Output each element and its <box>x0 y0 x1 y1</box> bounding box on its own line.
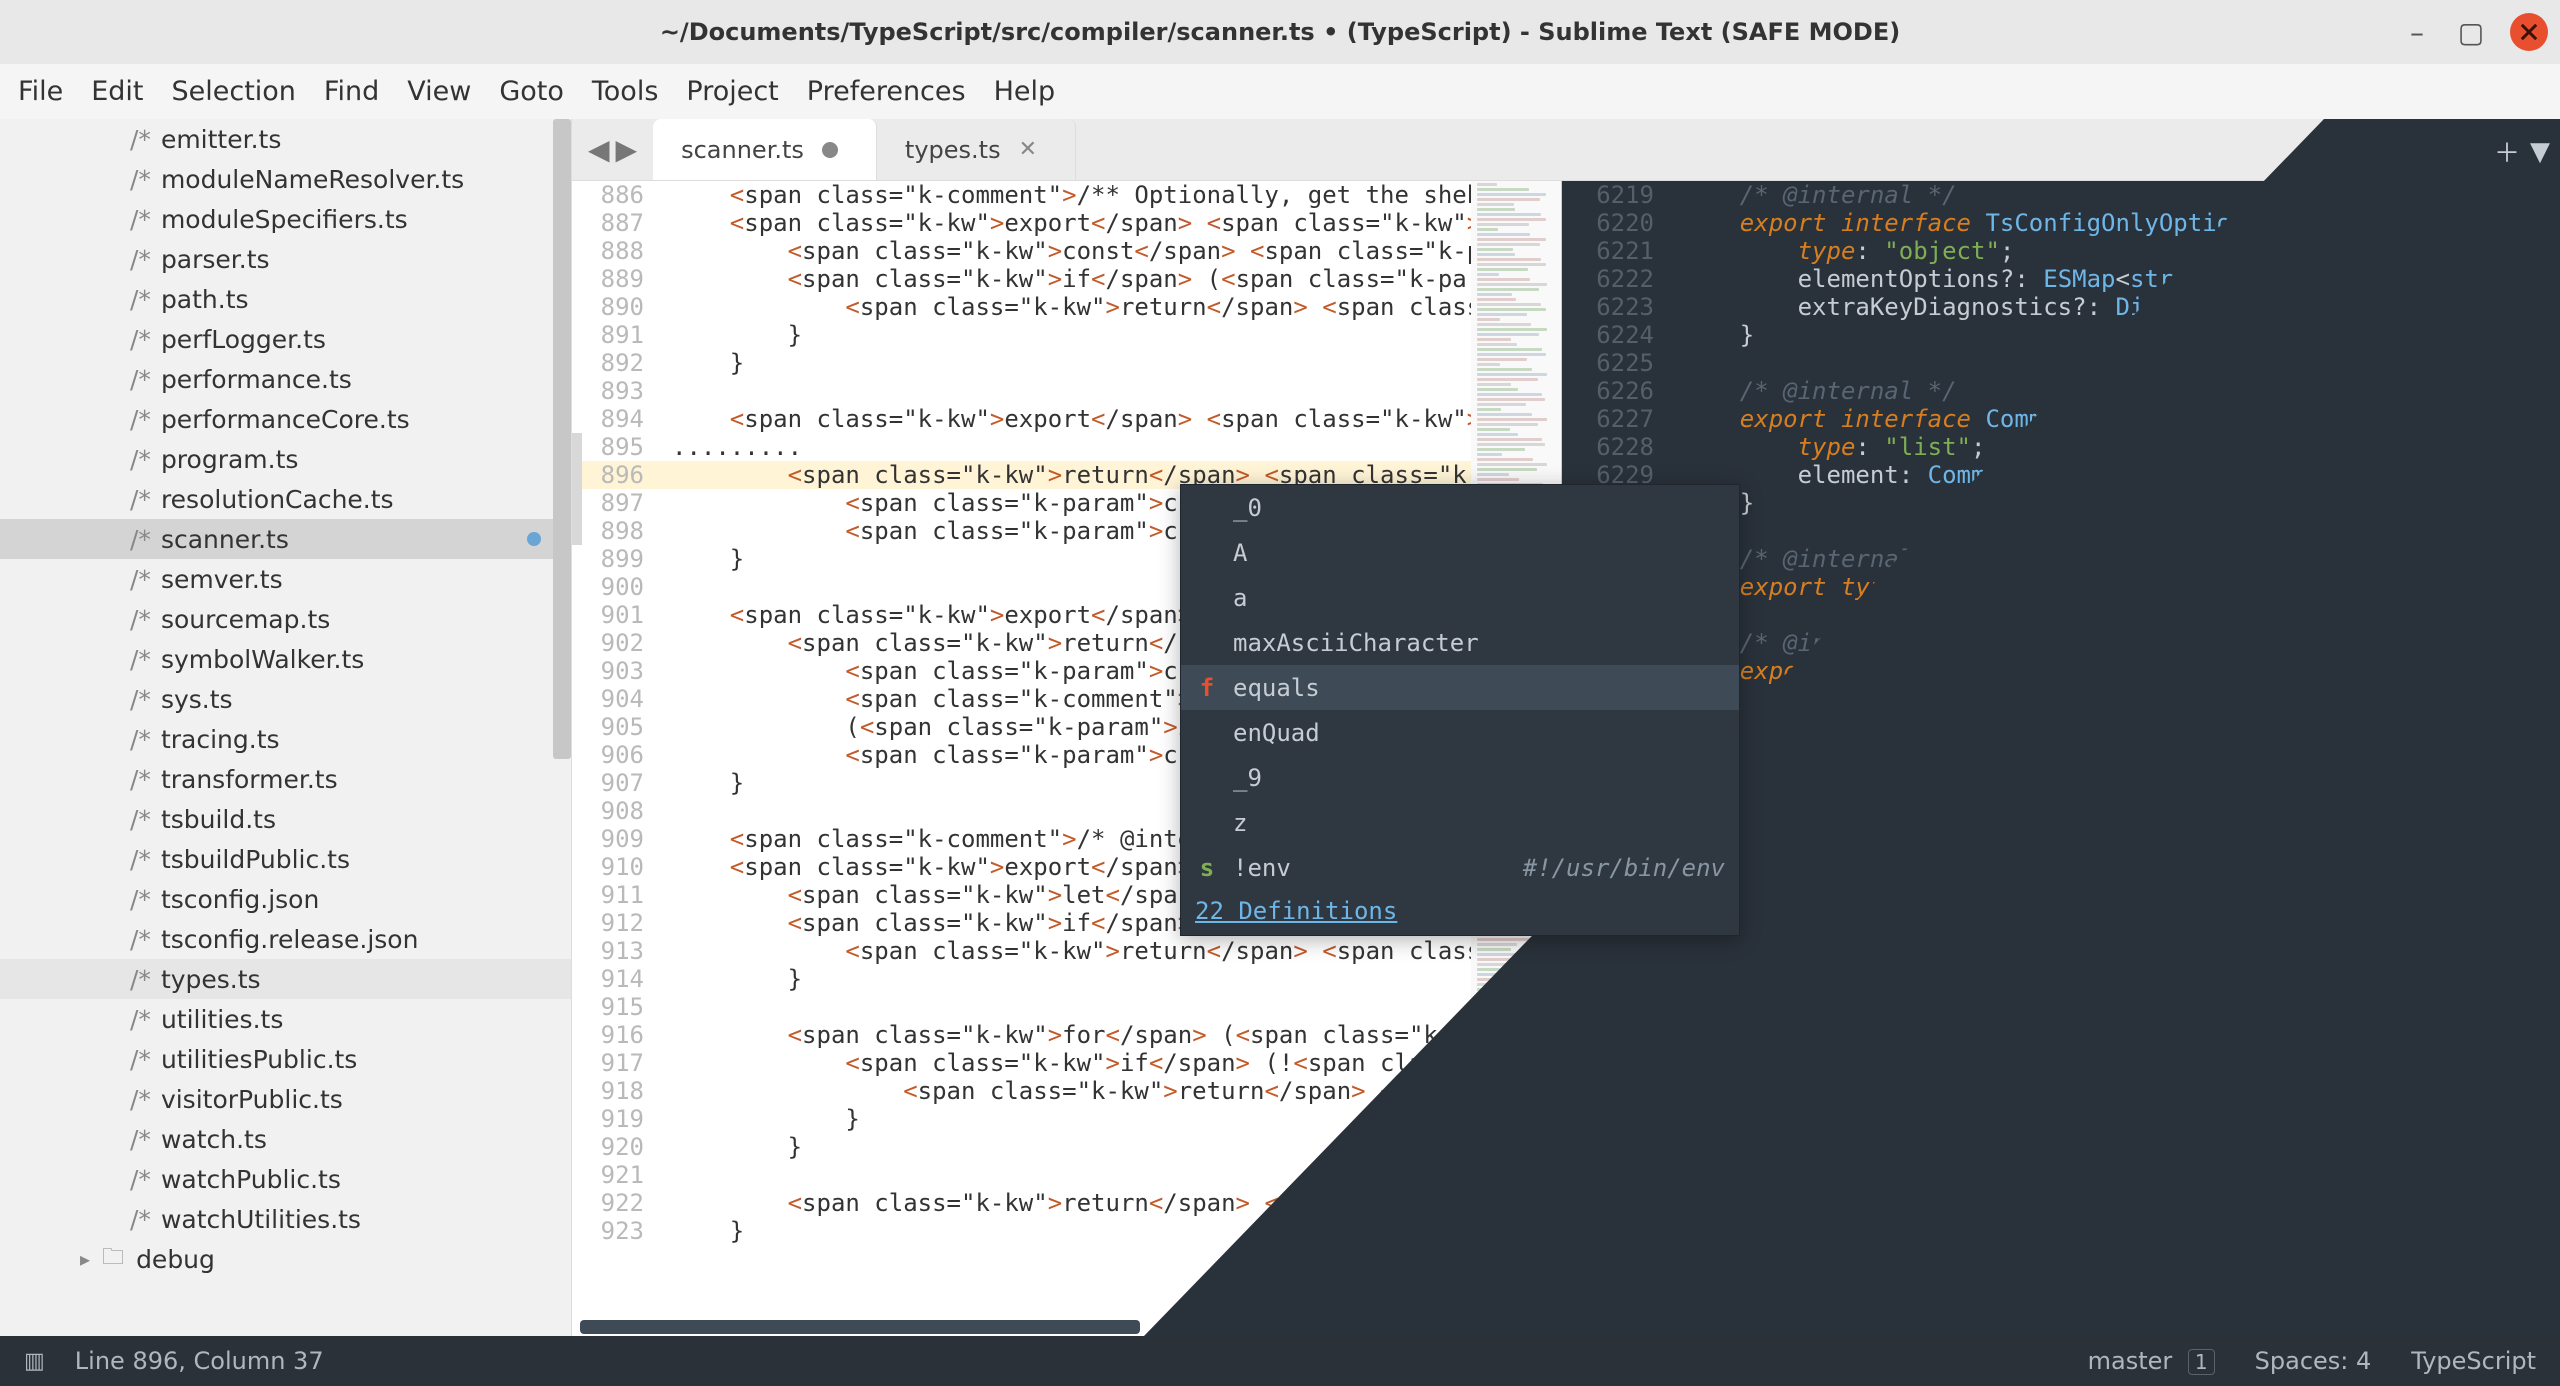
titlebar: ~/Documents/TypeScript/src/compiler/scan… <box>0 0 2560 64</box>
main-area: /*emitter.ts/*moduleNameResolver.ts/*mod… <box>0 119 2560 1336</box>
sidebar-item-tsconfig-release-json[interactable]: /*tsconfig.release.json <box>0 919 571 959</box>
sidebar-item-tsbuildPublic-ts[interactable]: /*tsbuildPublic.ts <box>0 839 571 879</box>
menu-edit[interactable]: Edit <box>91 76 143 107</box>
menu-goto[interactable]: Goto <box>499 76 564 107</box>
sidebar-item-perfLogger-ts[interactable]: /*perfLogger.ts <box>0 319 571 359</box>
autocomplete-popup[interactable]: _0AamaxAsciiCharacterfequalsenQuad_9zs!e… <box>1180 484 1740 936</box>
sidebar-item-scanner-ts[interactable]: /*scanner.ts <box>0 519 571 559</box>
sidebar-item-types-ts[interactable]: /*types.ts <box>0 959 571 999</box>
new-tab-button[interactable]: ＋ <box>2494 133 2520 170</box>
menu-tools[interactable]: Tools <box>592 76 659 107</box>
close-button[interactable] <box>2510 13 2548 51</box>
syntax-status[interactable]: TypeScript <box>2411 1347 2536 1375</box>
sidebar-item-resolutionCache-ts[interactable]: /*resolutionCache.ts <box>0 479 571 519</box>
nav-back-icon[interactable]: ◀ <box>588 133 610 166</box>
sidebar-folder-debug[interactable]: ▸🗀debug <box>0 1239 571 1279</box>
sidebar-item-tsbuild-ts[interactable]: /*tsbuild.ts <box>0 799 571 839</box>
autocomplete-item[interactable]: enQuad <box>1181 710 1739 755</box>
right-hscrollbar[interactable] <box>1562 1320 2560 1336</box>
sidebar: /*emitter.ts/*moduleNameResolver.ts/*mod… <box>0 119 572 1336</box>
sidebar-item-performanceCore-ts[interactable]: /*performanceCore.ts <box>0 399 571 439</box>
menu-preferences[interactable]: Preferences <box>807 76 966 107</box>
sidebar-item-watchPublic-ts[interactable]: /*watchPublic.ts <box>0 1159 571 1199</box>
sidebar-item-sys-ts[interactable]: /*sys.ts <box>0 679 571 719</box>
autocomplete-item[interactable]: A <box>1181 530 1739 575</box>
tab-types-ts[interactable]: types.ts✕ <box>877 119 1076 180</box>
git-branch-label: master <box>2088 1347 2173 1375</box>
autocomplete-item[interactable]: a <box>1181 575 1739 620</box>
sidebar-item-sourcemap-ts[interactable]: /*sourcemap.ts <box>0 599 571 639</box>
statusbar: ▥ Line 896, Column 37 master 1 Spaces: 4… <box>0 1336 2560 1386</box>
menu-find[interactable]: Find <box>324 76 379 107</box>
menu-selection[interactable]: Selection <box>171 76 295 107</box>
window-controls: – ▢ <box>2402 13 2548 51</box>
folder-icon: 🗀 <box>102 1240 124 1278</box>
menu-project[interactable]: Project <box>686 76 778 107</box>
tab-close-icon[interactable]: ✕ <box>1019 137 1037 162</box>
sidebar-item-program-ts[interactable]: /*program.ts <box>0 439 571 479</box>
menu-help[interactable]: Help <box>994 76 1056 107</box>
close-icon <box>2520 23 2538 41</box>
autocomplete-item[interactable]: _0 <box>1181 485 1739 530</box>
tabbar: ◀ ▶ scanner.tstypes.ts✕ ＋ ▼ <box>572 119 2560 181</box>
autocomplete-item[interactable]: s!env#!/usr/bin/env <box>1181 845 1739 890</box>
sidebar-item-path-ts[interactable]: /*path.ts <box>0 279 571 319</box>
sidebar-item-symbolWalker-ts[interactable]: /*symbolWalker.ts <box>0 639 571 679</box>
autocomplete-item[interactable]: _9 <box>1181 755 1739 800</box>
sidebar-item-tsconfig-json[interactable]: /*tsconfig.json <box>0 879 571 919</box>
sidebar-item-performance-ts[interactable]: /*performance.ts <box>0 359 571 399</box>
sidebar-item-visitorPublic-ts[interactable]: /*visitorPublic.ts <box>0 1079 571 1119</box>
right-code[interactable]: /* @internal */ export interface TsConfi… <box>1682 181 2560 1273</box>
autocomplete-item[interactable]: fequals <box>1181 665 1739 710</box>
sidebar-item-semver-ts[interactable]: /*semver.ts <box>0 559 571 599</box>
sidebar-item-moduleNameResolver-ts[interactable]: /*moduleNameResolver.ts <box>0 159 571 199</box>
sidebar-item-parser-ts[interactable]: /*parser.ts <box>0 239 571 279</box>
tab-scanner-ts[interactable]: scanner.ts <box>653 119 877 180</box>
autocomplete-item[interactable]: z <box>1181 800 1739 845</box>
maximize-button[interactable]: ▢ <box>2456 17 2486 47</box>
tab-menu-icon[interactable]: ▼ <box>2530 137 2550 167</box>
dirty-dot-icon <box>822 142 838 158</box>
nav-arrows: ◀ ▶ <box>572 119 653 180</box>
git-branch[interactable]: master 1 <box>2088 1347 2215 1375</box>
sidebar-item-watchUtilities-ts[interactable]: /*watchUtilities.ts <box>0 1199 571 1239</box>
sidebar-item-transformer-ts[interactable]: /*transformer.ts <box>0 759 571 799</box>
autocomplete-item[interactable]: maxAsciiCharacter <box>1181 620 1739 665</box>
indent-status[interactable]: Spaces: 4 <box>2255 1347 2372 1375</box>
ac-kind-icon: f <box>1195 674 1219 702</box>
window-title: ~/Documents/TypeScript/src/compiler/scan… <box>0 18 2560 46</box>
sidebar-item-utilities-ts[interactable]: /*utilities.ts <box>0 999 571 1039</box>
menu-file[interactable]: File <box>18 76 63 107</box>
sidebar-scrollbar[interactable] <box>553 119 571 759</box>
ac-kind-icon: s <box>1195 854 1219 882</box>
sidebar-item-moduleSpecifiers-ts[interactable]: /*moduleSpecifiers.ts <box>0 199 571 239</box>
nav-forward-icon[interactable]: ▶ <box>616 133 638 166</box>
sidebar-item-emitter-ts[interactable]: /*emitter.ts <box>0 119 571 159</box>
dirty-indicator-icon <box>527 532 541 546</box>
sidebar-item-watch-ts[interactable]: /*watch.ts <box>0 1119 571 1159</box>
sidebar-toggle-icon[interactable]: ▥ <box>24 1349 45 1374</box>
sidebar-item-tracing-ts[interactable]: /*tracing.ts <box>0 719 571 759</box>
menu-view[interactable]: View <box>407 76 471 107</box>
left-hscrollbar[interactable] <box>572 1320 1561 1336</box>
minimize-button[interactable]: – <box>2402 17 2432 47</box>
autocomplete-definitions-link[interactable]: 22 Definitions <box>1181 890 1739 935</box>
left-gutter: 886 887 888 889 890 891 892 893 894 895 … <box>572 181 662 1245</box>
cursor-position[interactable]: Line 896, Column 37 <box>75 1347 324 1375</box>
git-count-box: 1 <box>2188 1349 2215 1375</box>
right-minimap[interactable] <box>2460 181 2560 1336</box>
disclosure-icon: ▸ <box>80 1247 90 1271</box>
menubar: File Edit Selection Find View Goto Tools Projec… <box>0 64 2560 119</box>
sidebar-item-utilitiesPublic-ts[interactable]: /*utilitiesPublic.ts <box>0 1039 571 1079</box>
